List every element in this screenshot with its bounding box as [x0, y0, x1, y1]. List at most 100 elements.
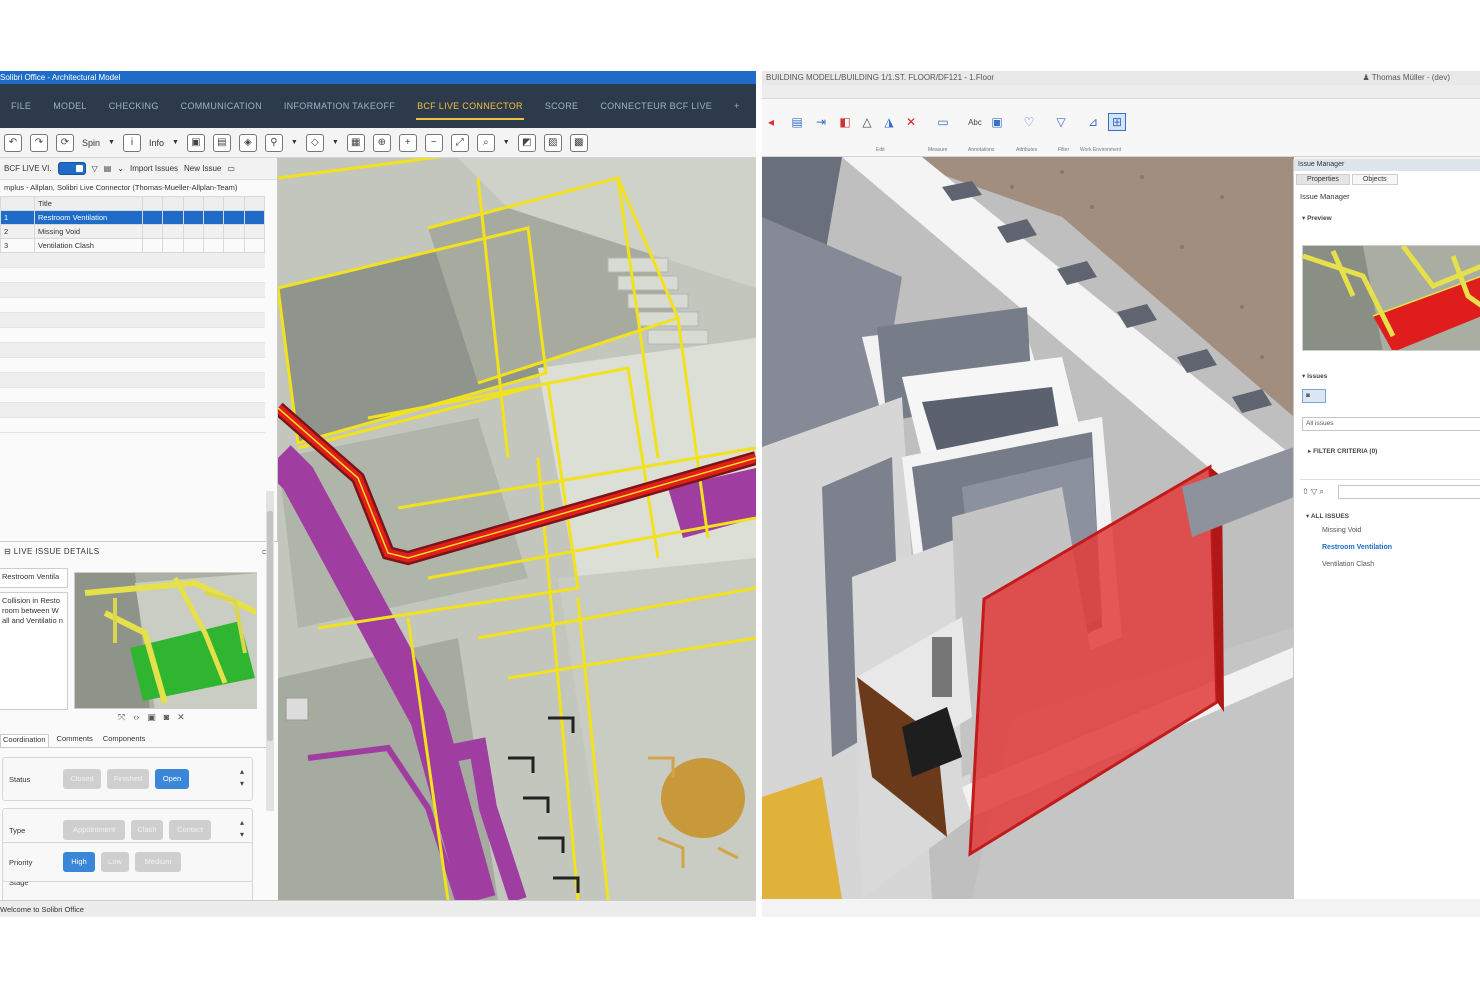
filter-criteria-section[interactable]: ▸ FILTER CRITERIA (0)	[1300, 444, 1385, 458]
priority-high-button[interactable]: High	[63, 852, 95, 872]
work-plane-icon[interactable]: ⊿	[1084, 113, 1102, 131]
list-icon[interactable]: ▤	[104, 164, 112, 173]
type-stepper-icon[interactable]: ▴ ▾	[240, 817, 244, 841]
tree-item-restroom-ventilation[interactable]: Restroom Ventilation	[1322, 544, 1392, 551]
zoom-fit-icon[interactable]: ⤢	[450, 133, 469, 152]
issue-snapshot-thumbnail[interactable]	[74, 572, 257, 709]
walk-icon[interactable]: ⚲	[264, 133, 283, 152]
hide-objects-icon[interactable]: ▤	[212, 133, 231, 152]
tab-components[interactable]: Components	[101, 734, 148, 747]
tree-item-missing-void[interactable]: Missing Void	[1322, 527, 1361, 534]
status-stepper-icon[interactable]: ▴ ▾	[240, 766, 244, 790]
settings-cube-icon[interactable]: ▩	[569, 133, 588, 152]
cancel-icon[interactable]: ✕	[902, 113, 920, 131]
move-icon[interactable]: ⇥	[812, 113, 830, 131]
chevron-down-icon[interactable]: ▼	[172, 139, 179, 146]
tab-properties[interactable]: Properties	[1296, 174, 1350, 185]
tab-comments[interactable]: Comments	[55, 734, 95, 747]
tree-item-ventilation-clash[interactable]: Ventilation Clash	[1322, 561, 1374, 568]
cube-view-icon[interactable]: ◇	[305, 133, 324, 152]
expand-icon[interactable]: ⇧	[1302, 487, 1309, 496]
priority-low-button[interactable]: Low	[101, 852, 129, 872]
text-icon[interactable]: Abc	[966, 113, 984, 131]
chevron-down-icon[interactable]: ▼	[291, 139, 298, 146]
3d-model-viewport[interactable]	[278, 158, 756, 900]
spin-icon[interactable]: ⟳	[56, 133, 74, 152]
zoom-selected-icon[interactable]: ⌕	[476, 133, 495, 152]
new-issue-button[interactable]: New Issue	[184, 164, 221, 173]
maximize-icon[interactable]: ▭	[227, 164, 235, 173]
warning-icon[interactable]: △	[858, 113, 876, 131]
code-icon[interactable]: ‹›	[133, 712, 139, 723]
issues-section[interactable]: ▾ Issues	[1294, 369, 1335, 383]
menu-bcf-live-connector[interactable]: BCF LIVE CONNECTOR	[406, 84, 534, 128]
table-row[interactable]: 2 Missing Void	[0, 224, 266, 239]
fit-icon[interactable]: ⤧	[118, 712, 125, 723]
type-clash-button[interactable]: Clash	[131, 820, 163, 840]
menu-communication[interactable]: COMMUNICATION	[170, 84, 273, 128]
status-open-button[interactable]: Open	[155, 769, 189, 789]
details-scrollbar[interactable]	[266, 491, 274, 811]
issue-preview-image[interactable]	[1302, 245, 1480, 351]
all-issues-node[interactable]: ▾ ALL ISSUES	[1298, 509, 1357, 523]
issue-filter-select[interactable]: All issues	[1302, 417, 1480, 431]
scrollbar-thumb[interactable]	[267, 511, 273, 741]
delete-icon[interactable]: ◂	[762, 113, 780, 131]
issue-name-field[interactable]: Restroom Ventila	[0, 568, 68, 588]
info-label[interactable]: Info	[149, 138, 164, 148]
chevron-down-icon[interactable]: ▼	[108, 139, 115, 146]
menu-connecteur-bcf-live[interactable]: CONNECTEUR BCF LIVE	[589, 84, 723, 128]
chevron-down-icon[interactable]: ▼	[503, 139, 510, 146]
zoom-out-icon[interactable]: −	[424, 133, 443, 152]
tab-coordination[interactable]: Coordination	[0, 734, 49, 747]
map-icon[interactable]: ▨	[543, 133, 562, 152]
ruler-icon[interactable]: ◮	[880, 113, 898, 131]
preview-section[interactable]: ▾ Preview	[1294, 211, 1480, 225]
spin-label[interactable]: Spin	[82, 138, 100, 148]
annotation-icon[interactable]: ▣	[988, 113, 1006, 131]
title-column-header[interactable]: Title	[34, 196, 143, 211]
zoom-in-icon[interactable]: +	[398, 133, 417, 152]
type-appointment-button[interactable]: Appointment	[63, 820, 125, 840]
type-contact-button[interactable]: Contact	[169, 820, 211, 840]
status-finished-button[interactable]: Finished	[107, 769, 149, 789]
isolate-icon[interactable]: ◈	[238, 133, 257, 152]
user-name[interactable]: ♟ Thomas Müller - (dev)	[1363, 71, 1451, 85]
menu-file[interactable]: FILE	[0, 84, 42, 128]
live-sync-toggle[interactable]	[57, 162, 86, 175]
menu-model[interactable]: MODEL	[42, 84, 98, 128]
camera-icon[interactable]: ◙	[164, 712, 169, 723]
table-row[interactable]: 3 Ventilation Clash	[0, 238, 266, 253]
issue-description-field[interactable]: Collision in Resto room between W all an…	[0, 592, 68, 710]
table-row[interactable]: 1 Restroom Ventilation	[0, 210, 266, 225]
filter-icon[interactable]: ▽	[1052, 113, 1070, 131]
import-issues-button[interactable]: Import Issues	[130, 164, 178, 173]
chevron-down-icon[interactable]: ▼	[332, 139, 339, 146]
priority-medium-button[interactable]: Medium	[135, 852, 181, 872]
filter-icon[interactable]: ▽	[1311, 487, 1317, 496]
tab-objects[interactable]: Objects	[1351, 174, 1398, 185]
section-box-icon[interactable]: ▦	[346, 133, 365, 152]
menu-score[interactable]: SCORE	[534, 84, 590, 128]
undo-icon[interactable]: ↶	[4, 133, 22, 152]
menu-checking[interactable]: CHECKING	[98, 84, 170, 128]
search-input[interactable]	[1338, 485, 1480, 499]
chevron-down-icon[interactable]: ⌄	[117, 164, 124, 173]
attributes-icon[interactable]: ♡	[1020, 113, 1038, 131]
zoom-icon[interactable]: ⊕	[372, 133, 391, 152]
grid-icon[interactable]: ⊞	[1108, 113, 1126, 131]
add-tab-button[interactable]: +	[723, 84, 751, 128]
camera-icon[interactable]: ◩	[517, 133, 536, 152]
select-objects-icon[interactable]: ▣	[186, 133, 205, 152]
3d-building-viewport[interactable]	[762, 157, 1294, 899]
filter-icon[interactable]: ▽	[92, 164, 98, 173]
copy-icon[interactable]: ▤	[788, 113, 806, 131]
add-issue-button[interactable]: ◙	[1302, 389, 1326, 403]
info-icon[interactable]: i	[122, 133, 141, 152]
save-icon[interactable]: ▣	[147, 712, 156, 723]
status-closed-button[interactable]: Closed	[63, 769, 101, 789]
menu-information-takeoff[interactable]: INFORMATION TAKEOFF	[273, 84, 406, 128]
close-icon[interactable]: ✕	[177, 712, 185, 723]
num-column-header[interactable]	[0, 196, 35, 211]
redo-icon[interactable]: ↷	[30, 133, 48, 152]
